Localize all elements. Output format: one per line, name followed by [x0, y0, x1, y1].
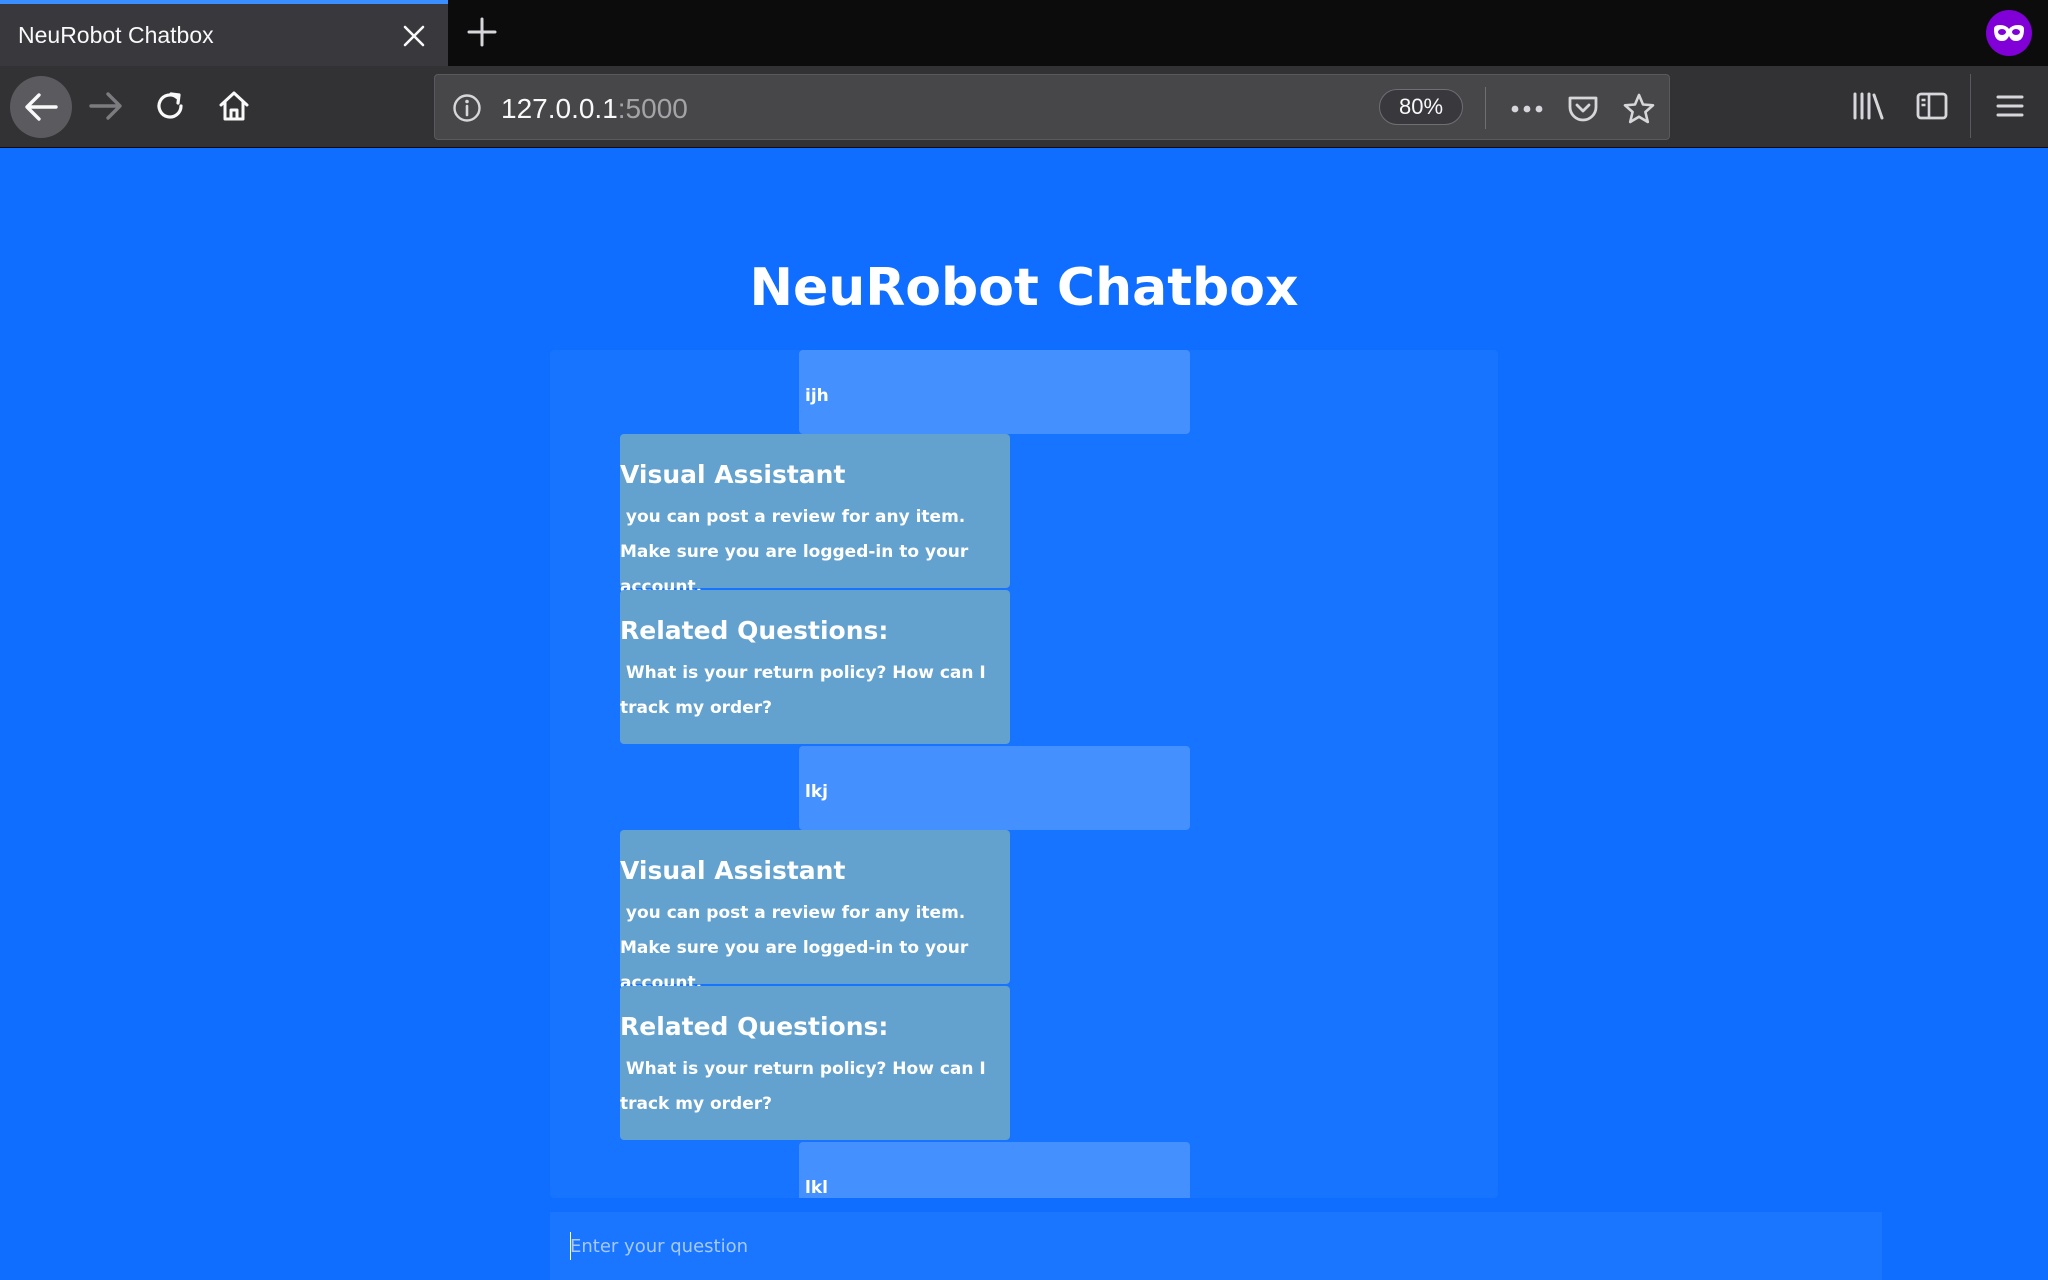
hamburger-menu-icon[interactable]	[1984, 80, 2036, 132]
related-questions-text: What is your return policy? How can I tr…	[620, 1052, 1008, 1122]
related-questions-body: What is your return policy? How can I tr…	[620, 1059, 986, 1114]
page-content: NeuRobot Chatbox ijh Visual Assistant yo…	[0, 148, 2048, 1280]
home-icon[interactable]	[206, 78, 262, 134]
user-message: lkj	[799, 746, 1190, 830]
library-icon[interactable]	[1842, 80, 1894, 132]
address-bar[interactable]: 127.0.0.1:5000 80%	[434, 74, 1670, 140]
related-questions-message: Related Questions: What is your return p…	[620, 986, 1010, 1140]
new-tab-icon[interactable]	[462, 12, 502, 52]
reload-icon[interactable]	[142, 78, 198, 134]
pocket-icon[interactable]	[1563, 89, 1603, 129]
related-questions-message: Related Questions: What is your return p…	[620, 590, 1010, 744]
question-input[interactable]	[570, 1226, 1860, 1266]
bot-message-body: you can post a review for any item. Make…	[620, 903, 969, 993]
site-info-icon[interactable]	[451, 92, 483, 124]
back-icon[interactable]	[10, 76, 72, 138]
url-host: 127.0.0.1	[501, 93, 618, 124]
page-title: NeuRobot Chatbox	[749, 258, 1299, 318]
bot-message-body: you can post a review for any item. Make…	[620, 507, 969, 597]
forward-icon[interactable]	[78, 78, 134, 134]
tab-active[interactable]: NeuRobot Chatbox	[0, 0, 448, 66]
private-browsing-icon	[1986, 10, 2032, 56]
tab-title: NeuRobot Chatbox	[18, 22, 214, 48]
related-questions-body: What is your return policy? How can I tr…	[620, 663, 986, 718]
question-input-bar	[550, 1212, 1882, 1280]
url-port: :5000	[617, 93, 688, 124]
more-actions-icon[interactable]	[1507, 89, 1547, 129]
sidebar-icon[interactable]	[1906, 80, 1958, 132]
related-questions-heading: Related Questions:	[620, 616, 889, 645]
tab-bar: NeuRobot Chatbox	[0, 0, 2048, 66]
user-message-text: lkj	[805, 782, 828, 802]
bot-message-heading: Visual Assistant	[620, 856, 846, 885]
user-message-text: ijh	[805, 386, 829, 406]
chat-panel[interactable]: ijh Visual Assistant you can post a revi…	[550, 350, 1498, 1198]
url-divider	[1485, 87, 1486, 129]
bookmark-star-icon[interactable]	[1619, 89, 1659, 129]
bot-message-heading: Visual Assistant	[620, 460, 846, 489]
navigation-toolbar: 127.0.0.1:5000 80%	[0, 66, 2048, 148]
toolbar-separator	[1970, 74, 1971, 138]
user-message-text: lkl	[805, 1178, 828, 1198]
close-icon[interactable]	[396, 18, 432, 54]
bot-message: Visual Assistant you can post a review f…	[620, 434, 1010, 597]
bot-message: Visual Assistant you can post a review f…	[620, 830, 1010, 993]
related-questions-text: What is your return policy? How can I tr…	[620, 656, 1008, 726]
related-questions-heading: Related Questions:	[620, 1012, 889, 1041]
zoom-level-button[interactable]: 80%	[1379, 89, 1463, 125]
url-text[interactable]: 127.0.0.1:5000	[501, 93, 688, 125]
user-message: ijh	[799, 350, 1190, 434]
user-message: lkl	[799, 1142, 1190, 1198]
